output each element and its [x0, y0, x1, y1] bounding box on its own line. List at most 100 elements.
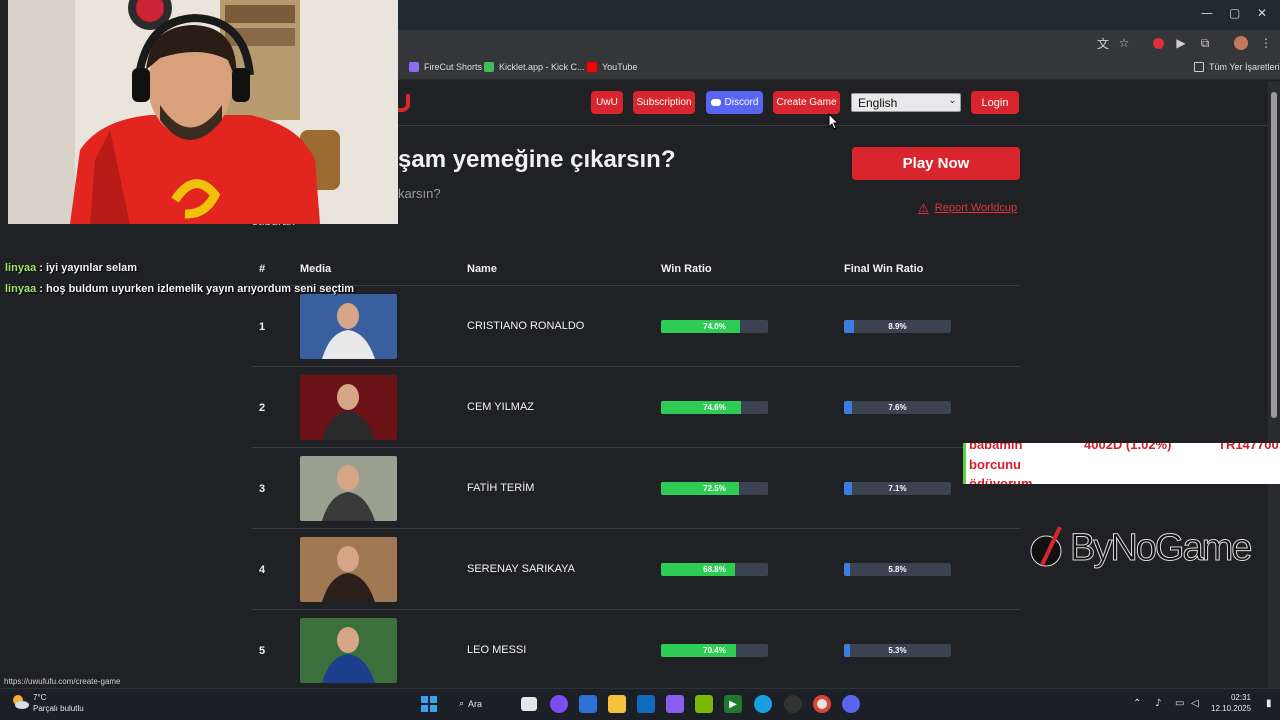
- row-rank: 4: [259, 564, 266, 576]
- row-name: CEM YILMAZ: [467, 401, 535, 413]
- scrollbar-thumb[interactable]: [1271, 92, 1277, 418]
- extension-red-icon[interactable]: [1150, 35, 1166, 51]
- row-name: FATİH TERİM: [467, 482, 535, 494]
- row-media-thumbnail[interactable]: [300, 375, 397, 440]
- col-win-ratio-header: Win Ratio: [661, 263, 712, 275]
- donation-alert: babamın borcunu ödüyorum 4002D (1.02%) T…: [963, 443, 1280, 484]
- table-row[interactable]: 4 SERENAY SARIKAYA 68.8% 5.8%: [252, 529, 1020, 610]
- chrome-icon[interactable]: [813, 695, 831, 713]
- row-rank: 1: [259, 321, 266, 333]
- row-rank: 2: [259, 402, 266, 414]
- subscription-button[interactable]: Subscription: [633, 91, 695, 114]
- row-media-thumbnail[interactable]: [300, 537, 397, 602]
- nvidia-icon[interactable]: [695, 695, 713, 713]
- play-now-button[interactable]: Play Now: [852, 147, 1020, 180]
- mouse-cursor-icon: [828, 113, 839, 130]
- row-name: CRISTIANO RONALDO: [467, 320, 585, 332]
- table-row[interactable]: 3 FATİH TERİM 72.5% 7.1%: [252, 448, 1020, 529]
- minimize-icon[interactable]: —: [1201, 6, 1213, 20]
- close-icon[interactable]: ✕: [1257, 6, 1267, 20]
- win-ratio-label: 68.8%: [703, 565, 726, 574]
- webcam-image: [0, 0, 398, 224]
- uwu-button[interactable]: UwU: [591, 91, 623, 114]
- network-icon[interactable]: ▭: [1175, 698, 1184, 709]
- discord-button[interactable]: Discord: [706, 91, 763, 114]
- report-link[interactable]: ⚠ Report Worldcup: [918, 201, 1017, 215]
- sponsor-logo: ByNoGame: [1030, 522, 1270, 574]
- win-ratio-bar: 72.5%: [661, 482, 768, 495]
- all-bookmarks[interactable]: Tüm Yer İşaretleri: [1194, 60, 1280, 74]
- taskbar-search[interactable]: ⌕ Ara: [459, 695, 507, 713]
- win-ratio-bar: 70.4%: [661, 644, 768, 657]
- bookmark-firecut[interactable]: FireCut Shorts: [409, 60, 482, 74]
- kick-icon[interactable]: ▶: [724, 695, 742, 713]
- win-ratio-label: 74.6%: [703, 403, 726, 412]
- row-media-thumbnail[interactable]: [300, 294, 397, 359]
- final-win-ratio-label: 5.3%: [888, 646, 907, 655]
- chevron-up-icon[interactable]: ⌃: [1133, 698, 1141, 709]
- volume-icon[interactable]: ◁: [1191, 698, 1199, 709]
- obs-icon[interactable]: [784, 695, 802, 713]
- firecut-icon: [409, 62, 419, 72]
- table-row[interactable]: 1 CRISTIANO RONALDO 74.0% 8.9%: [252, 286, 1020, 367]
- col-final-win-ratio-header: Final Win Ratio: [844, 263, 924, 275]
- table-row[interactable]: 5 LEO MESSI 70.4% 5.3%: [252, 610, 1020, 691]
- maximize-icon[interactable]: ▢: [1229, 6, 1240, 20]
- bookmark-kicklet[interactable]: Kicklet.app - Kick C...: [484, 60, 585, 74]
- youtube-icon: [587, 62, 597, 72]
- copilot-app-icon[interactable]: [666, 695, 684, 713]
- search-icon: ⌕: [459, 699, 465, 709]
- chat-message: linyaa : hoş buldum uyurken izlemelik ya…: [5, 283, 355, 295]
- bookmark-youtube[interactable]: YouTube: [587, 60, 637, 74]
- bynogame-logo-icon: [1030, 526, 1062, 567]
- row-name: LEO MESSI: [467, 644, 527, 656]
- windows-start-icon[interactable]: [420, 695, 438, 713]
- login-button[interactable]: Login: [971, 91, 1019, 114]
- table-row[interactable]: 2 CEM YILMAZ 74.6% 7.6%: [252, 367, 1020, 448]
- final-win-ratio-bar: 5.8%: [844, 563, 951, 576]
- menu-dots-icon[interactable]: ⋮: [1258, 35, 1274, 51]
- donation-iban: TR147700: [1218, 443, 1279, 452]
- chevron-down-icon: ⌄: [948, 96, 956, 106]
- status-bar-url: https://uwufufu.com/create-game: [0, 676, 125, 688]
- win-ratio-bar: 74.0%: [661, 320, 768, 333]
- profile-avatar-icon[interactable]: [1233, 35, 1249, 51]
- task-view-icon[interactable]: [521, 697, 537, 711]
- extensions-puzzle-icon[interactable]: ⧉: [1197, 35, 1213, 51]
- final-win-ratio-label: 5.8%: [888, 565, 907, 574]
- final-win-ratio-bar: 8.9%: [844, 320, 951, 333]
- donation-text-line: babamın: [969, 443, 1023, 452]
- col-name-header: Name: [467, 263, 497, 275]
- final-win-ratio-bar: 7.1%: [844, 482, 951, 495]
- language-select[interactable]: English ⌄: [851, 93, 961, 112]
- donation-text-line: ödüyorum: [969, 476, 1033, 484]
- outlook-icon[interactable]: [637, 695, 655, 713]
- col-media-header: Media: [300, 263, 332, 275]
- clock-date[interactable]: 12.10.2025: [1211, 704, 1251, 713]
- final-win-ratio-label: 7.1%: [888, 484, 907, 493]
- webcam-overlay: [0, 0, 398, 224]
- folder-icon: [1194, 62, 1204, 72]
- col-rank-header: #: [259, 263, 266, 275]
- extension-play-icon[interactable]: ▶: [1173, 35, 1189, 51]
- weather-icon[interactable]: [11, 694, 29, 710]
- final-win-ratio-bar: 5.3%: [844, 644, 951, 657]
- siren-icon: ⚠: [918, 201, 929, 215]
- translate-icon[interactable]: 文: [1095, 35, 1111, 51]
- donation-text-line: borcunu: [969, 457, 1021, 472]
- edge-icon[interactable]: [754, 695, 772, 713]
- row-media-thumbnail[interactable]: [300, 618, 397, 683]
- row-rank: 5: [259, 645, 266, 657]
- clock-time[interactable]: 02:31: [1225, 693, 1251, 702]
- weather-desc: Parçalı bulutlu: [33, 704, 84, 713]
- win-ratio-bar: 74.6%: [661, 401, 768, 414]
- notification-icon[interactable]: ▮: [1266, 698, 1272, 709]
- file-explorer-icon[interactable]: [608, 695, 626, 713]
- star-icon[interactable]: ☆: [1116, 35, 1132, 51]
- row-media-thumbnail[interactable]: [300, 456, 397, 521]
- copilot-icon[interactable]: [550, 695, 568, 713]
- store-icon[interactable]: [579, 695, 597, 713]
- microphone-icon[interactable]: ♪: [1155, 698, 1161, 709]
- create-game-button[interactable]: Create Game: [773, 91, 840, 114]
- discord-taskbar-icon[interactable]: [842, 695, 860, 713]
